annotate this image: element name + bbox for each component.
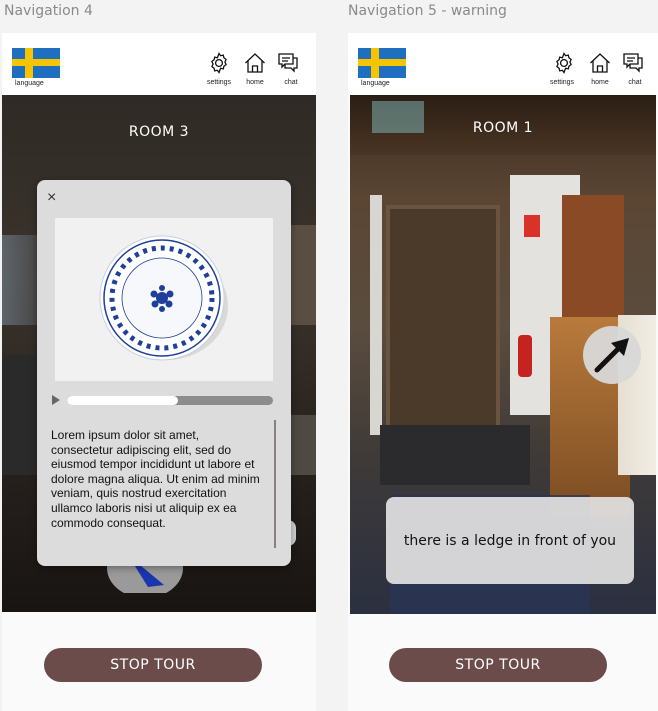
play-icon[interactable] (52, 395, 60, 405)
close-icon[interactable]: × (47, 190, 56, 206)
chat-label: chat (284, 79, 298, 86)
language-label: language (15, 80, 44, 87)
app-header: language settings home chat (348, 33, 658, 95)
arrow-up-right-icon[interactable] (583, 326, 641, 384)
audio-progress-fill (67, 396, 179, 405)
frame-title-navigation-5-warning: Navigation 5 - warning (348, 3, 507, 19)
artifact-image (55, 218, 273, 381)
flag-sweden-icon[interactable] (358, 48, 406, 78)
phone-navigation-4: language settings home chat ROOM 3 × Lor… (2, 33, 316, 711)
warning-text: there is a ledge in front of you (403, 532, 617, 549)
description-scrollbar[interactable] (274, 420, 276, 548)
app-header: language settings home chat (2, 33, 316, 95)
stop-tour-button[interactable]: STOP TOUR (389, 648, 607, 682)
frame-title-navigation-4: Navigation 4 (4, 3, 93, 19)
room-title: ROOM 1 (472, 120, 534, 136)
stop-tour-button[interactable]: STOP TOUR (44, 648, 262, 682)
settings-gear-icon[interactable] (207, 51, 231, 75)
object-info-modal: × Lorem ipsum dolor sit amet, consectetu… (37, 180, 291, 566)
panorama-view[interactable]: ROOM 1 there is a ledge in front of you (350, 95, 656, 614)
chat-label: chat (628, 79, 642, 86)
warning-banner: there is a ledge in front of you (386, 497, 634, 584)
flag-sweden-icon[interactable] (12, 48, 60, 78)
home-label: home (246, 79, 264, 86)
settings-gear-icon[interactable] (552, 51, 576, 75)
home-icon[interactable] (588, 51, 612, 75)
settings-label: settings (549, 79, 575, 86)
object-description: Lorem ipsum dolor sit amet, consectetur … (51, 428, 260, 530)
room-title: ROOM 3 (128, 124, 190, 140)
chat-icon[interactable] (621, 51, 645, 75)
home-label: home (591, 79, 609, 86)
settings-label: settings (206, 79, 232, 86)
phone-navigation-5-warning: language settings home chat ROOM 1 there… (348, 33, 658, 711)
audio-progress-bar[interactable] (67, 396, 273, 405)
language-label: language (361, 80, 390, 87)
home-icon[interactable] (243, 51, 267, 75)
porcelain-plate-image (99, 235, 228, 361)
chat-icon[interactable] (276, 51, 300, 75)
